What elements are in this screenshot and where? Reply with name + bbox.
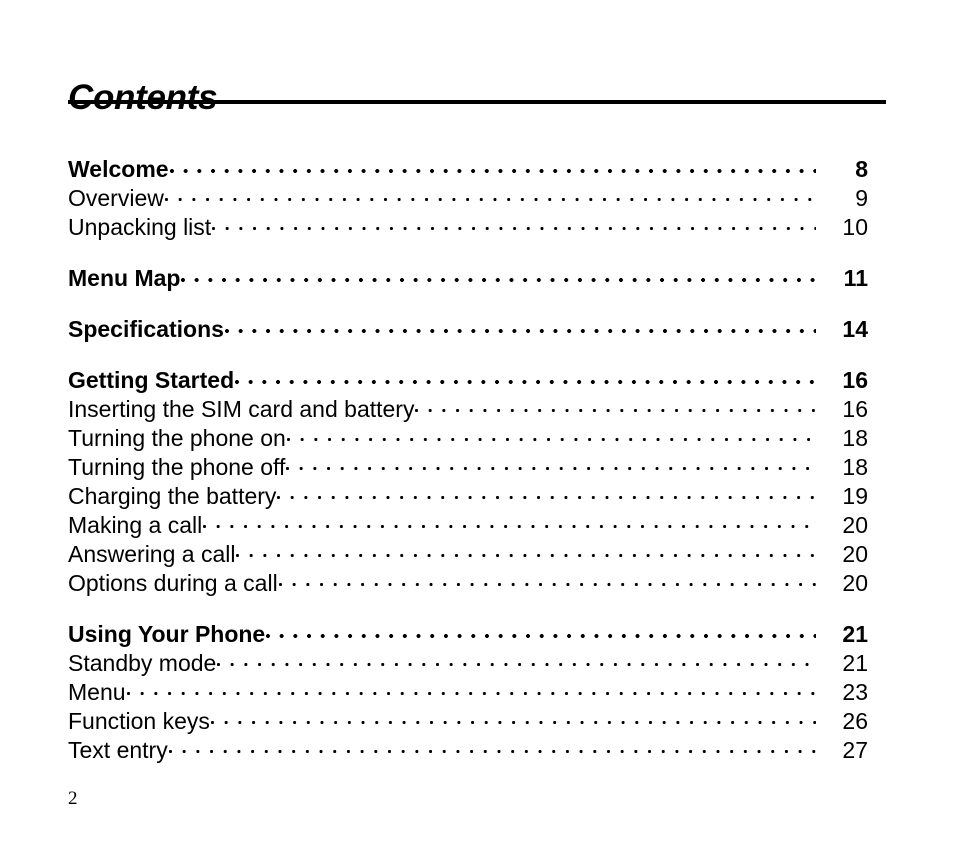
toc-entry-page-number: 8 [855, 156, 868, 182]
toc-dot-leader [203, 510, 816, 533]
toc-entry-label: Function keys [68, 708, 210, 734]
toc-section-row[interactable]: Text entry 27 [68, 735, 868, 764]
toc-section-row[interactable]: Menu 23 [68, 677, 868, 706]
title-divider-rule [68, 100, 886, 104]
toc-entry-label: Menu [68, 679, 126, 705]
toc-entry-page-number: 18 [842, 454, 868, 480]
toc-section-row[interactable]: Function keys 26 [68, 706, 868, 735]
toc-entry-page-number: 20 [842, 512, 868, 538]
toc-entry-label: Specifications [68, 316, 224, 342]
toc-dot-leader [277, 481, 816, 504]
toc-chapter-row[interactable]: Getting Started 16 [68, 365, 868, 394]
toc-dot-leader [235, 365, 816, 388]
toc-dot-leader [126, 677, 816, 700]
toc-chapter-row[interactable]: Specifications 14 [68, 314, 868, 343]
toc-dot-leader [217, 648, 816, 671]
toc-dot-leader [212, 212, 816, 235]
toc-entry-label: Standby mode [68, 650, 217, 676]
toc-entry-label: Using Your Phone [68, 621, 266, 647]
toc-entry-page-number: 9 [855, 185, 868, 211]
toc-entry-page-number: 20 [842, 541, 868, 567]
toc-entry-page-number: 14 [842, 316, 868, 342]
toc-section-row[interactable]: Turning the phone off 18 [68, 452, 868, 481]
toc-dot-leader [210, 706, 816, 729]
toc-section-row[interactable]: Charging the battery 19 [68, 481, 868, 510]
toc-entry-label: Making a call [68, 512, 203, 538]
toc-dot-leader [181, 263, 816, 286]
toc-chapter-row[interactable]: Using Your Phone 21 [68, 619, 868, 648]
toc-dot-leader [164, 183, 816, 206]
toc-section-row[interactable]: Answering a call 20 [68, 539, 868, 568]
toc-chapter-row[interactable]: Menu Map 11 [68, 263, 868, 292]
toc-section-row[interactable]: Making a call 20 [68, 510, 868, 539]
toc-entry-label: Getting Started [68, 367, 235, 393]
toc-dot-leader [266, 619, 816, 642]
toc-dot-leader [286, 452, 816, 475]
toc-entry-page-number: 26 [842, 708, 868, 734]
toc-entry-page-number: 21 [842, 621, 868, 647]
toc-entry-page-number: 19 [842, 483, 868, 509]
toc-entry-page-number: 21 [842, 650, 868, 676]
toc-entry-label: Inserting the SIM card and battery [68, 396, 415, 422]
toc-dot-leader [168, 735, 816, 758]
toc-entry-page-number: 18 [842, 425, 868, 451]
toc-entry-label: Turning the phone off [68, 454, 286, 480]
toc-section-row[interactable]: Turning the phone on 18 [68, 423, 868, 452]
toc-dot-leader [224, 314, 816, 337]
toc-entry-label: Text entry [68, 737, 168, 763]
toc-dot-leader [286, 423, 816, 446]
toc-entry-label: Overview [68, 185, 164, 211]
toc-dot-leader [278, 568, 816, 591]
document-page: Contents Welcome 8 Overview 9 Unpacking list… [0, 0, 954, 851]
toc-entry-label: Unpacking list [68, 214, 212, 240]
toc-dot-leader [236, 539, 816, 562]
toc-entry-page-number: 16 [842, 396, 868, 422]
toc-section-row[interactable]: Inserting the SIM card and battery 16 [68, 394, 868, 423]
page-folio-number: 2 [68, 788, 78, 809]
toc-entry-page-number: 23 [842, 679, 868, 705]
toc-section-row[interactable]: Options during a call 20 [68, 568, 868, 597]
toc-entry-page-number: 10 [842, 214, 868, 240]
toc-section-row[interactable]: Unpacking list 10 [68, 212, 868, 241]
toc-entry-page-number: 20 [842, 570, 868, 596]
toc-entry-page-number: 11 [843, 265, 868, 291]
toc-entry-label: Options during a call [68, 570, 278, 596]
toc-entry-label: Charging the battery [68, 483, 277, 509]
toc-section-row[interactable]: Standby mode 21 [68, 648, 868, 677]
table-of-contents: Welcome 8 Overview 9 Unpacking list 10 Menu Ma… [68, 154, 868, 764]
page-title: Contents [68, 78, 218, 118]
toc-dot-leader [415, 394, 816, 417]
toc-entry-label: Menu Map [68, 265, 181, 291]
toc-entry-label: Welcome [68, 156, 169, 182]
toc-section-row[interactable]: Overview 9 [68, 183, 868, 212]
toc-chapter-row[interactable]: Welcome 8 [68, 154, 868, 183]
toc-entry-page-number: 27 [842, 737, 868, 763]
toc-entry-page-number: 16 [842, 367, 868, 393]
toc-entry-label: Answering a call [68, 541, 236, 567]
toc-dot-leader [169, 154, 816, 177]
toc-entry-label: Turning the phone on [68, 425, 286, 451]
